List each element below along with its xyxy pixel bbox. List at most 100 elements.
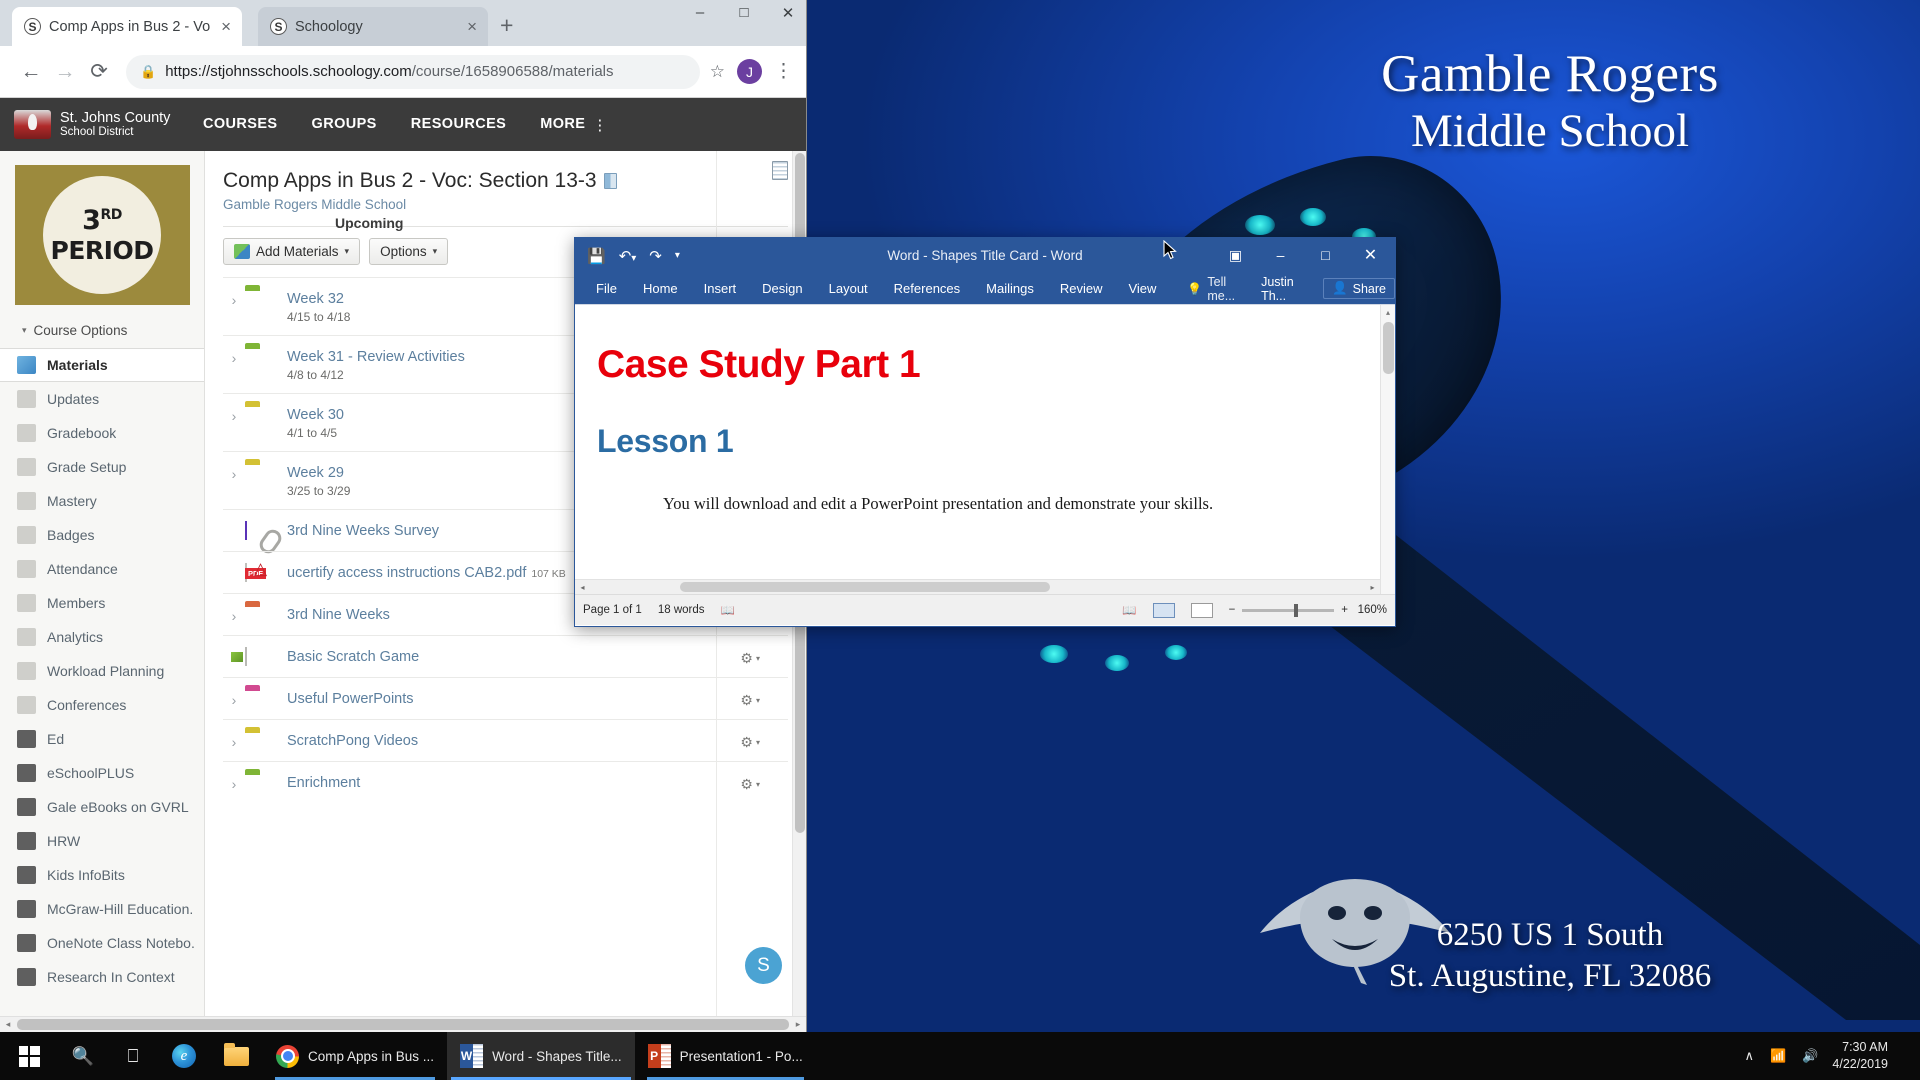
url-input[interactable]: 🔒 https://stjohnsschools.schoology.com/c…: [126, 54, 700, 89]
browser-tab-2[interactable]: S Schoology ×: [258, 7, 488, 46]
sidebar-item-badges[interactable]: Badges: [0, 518, 204, 552]
sidebar-item-materials[interactable]: Materials: [0, 348, 204, 382]
expand-chevron-icon[interactable]: ›: [223, 731, 245, 750]
tab-insert[interactable]: Insert: [691, 273, 750, 304]
show-hidden-icons-icon[interactable]: ∧: [1737, 1048, 1763, 1064]
sidebar-item-mcgraw-hill-education[interactable]: McGraw-Hill Education...: [0, 892, 204, 926]
document-horizontal-scrollbar[interactable]: ◂ ▸: [575, 579, 1380, 594]
network-icon[interactable]: 📶: [1762, 1048, 1794, 1064]
material-link[interactable]: Useful PowerPoints: [287, 691, 788, 707]
sidebar-item-conferences[interactable]: Conferences: [0, 688, 204, 722]
undo-icon[interactable]: ↶▾: [619, 247, 637, 265]
save-icon[interactable]: 💾: [587, 247, 606, 265]
material-link[interactable]: ScratchPong Videos: [287, 733, 788, 749]
close-icon[interactable]: ×: [218, 17, 234, 37]
word-document-canvas[interactable]: Case Study Part 1 Lesson 1 You will down…: [575, 304, 1395, 594]
scroll-up-icon[interactable]: ▴: [1381, 305, 1395, 320]
nav-groups[interactable]: GROUPS: [295, 98, 394, 151]
material-link[interactable]: Enrichment: [287, 775, 788, 791]
zoom-out-button[interactable]: −: [1229, 604, 1236, 616]
sidebar-item-members[interactable]: Members: [0, 586, 204, 620]
new-tab-button[interactable]: +: [500, 14, 513, 37]
sidebar-item-eschoolplus[interactable]: eSchoolPLUS: [0, 756, 204, 790]
zoom-slider[interactable]: [1242, 603, 1335, 617]
print-layout-icon[interactable]: [1152, 602, 1175, 618]
search-button[interactable]: 🔍: [58, 1046, 108, 1067]
chrome-menu-icon[interactable]: ⋮: [774, 60, 793, 83]
expand-chevron-icon[interactable]: ›: [223, 689, 245, 708]
expand-chevron-icon[interactable]: ›: [223, 463, 245, 482]
profile-avatar[interactable]: J: [737, 59, 762, 84]
options-button[interactable]: Options ▾: [369, 238, 449, 265]
clock[interactable]: 7:30 AM 4/22/2019: [1826, 1039, 1900, 1073]
material-row[interactable]: › ScratchPong Videos ⚙ ▾: [223, 719, 788, 761]
district-logo[interactable]: St. Johns County School District: [14, 110, 174, 140]
expand-chevron-icon[interactable]: ›: [223, 289, 245, 308]
word-count[interactable]: 18 words: [658, 604, 705, 616]
web-layout-icon[interactable]: [1190, 602, 1213, 618]
nav-courses[interactable]: COURSES: [186, 98, 295, 151]
expand-chevron-icon[interactable]: ›: [223, 605, 245, 624]
tab-review[interactable]: Review: [1047, 273, 1116, 304]
minimize-button[interactable]: –: [690, 4, 710, 22]
nav-resources[interactable]: RESOURCES: [394, 98, 523, 151]
scroll-left-icon[interactable]: ◂: [575, 583, 590, 592]
sidebar-item-kids-infobits[interactable]: Kids InfoBits: [0, 858, 204, 892]
page-horizontal-scrollbar[interactable]: ◂ ▸: [0, 1016, 806, 1032]
material-row[interactable]: › Useful PowerPoints ⚙ ▾: [223, 677, 788, 719]
sidebar-item-gale-ebooks-on-gvrl[interactable]: Gale eBooks on GVRL: [0, 790, 204, 824]
share-button[interactable]: 👤 Share: [1323, 278, 1395, 299]
tab-file[interactable]: File: [583, 273, 630, 304]
redo-icon[interactable]: ↷: [649, 247, 662, 265]
page-indicator[interactable]: Page 1 of 1: [583, 604, 642, 616]
close-button[interactable]: ✕: [1348, 238, 1393, 273]
zoom-slider-knob[interactable]: [1294, 603, 1299, 617]
taskbar-file-explorer[interactable]: [210, 1032, 263, 1080]
tab-view[interactable]: View: [1115, 273, 1169, 304]
customize-qat-icon[interactable]: ▾: [675, 250, 680, 261]
expand-chevron-icon[interactable]: ›: [223, 347, 245, 366]
tab-design[interactable]: Design: [749, 273, 815, 304]
sidebar-item-updates[interactable]: Updates: [0, 382, 204, 416]
calendar-icon[interactable]: [772, 161, 788, 180]
expand-chevron-icon[interactable]: ›: [223, 773, 245, 792]
task-view-button[interactable]: ⎕: [108, 1046, 158, 1067]
user-account-label[interactable]: Justin Th...: [1261, 275, 1313, 303]
zoom-control[interactable]: − + 160%: [1229, 603, 1387, 617]
back-icon[interactable]: ←: [14, 60, 48, 84]
zoom-in-button[interactable]: +: [1341, 604, 1348, 616]
scrollbar-thumb[interactable]: [680, 582, 1050, 592]
sidebar-item-grade-setup[interactable]: Grade Setup: [0, 450, 204, 484]
tab-references[interactable]: References: [881, 273, 973, 304]
scroll-right-icon[interactable]: ▸: [790, 1019, 806, 1030]
taskbar-word[interactable]: W Word - Shapes Title...: [447, 1032, 635, 1080]
close-button[interactable]: ✕: [778, 4, 798, 22]
sidebar-item-analytics[interactable]: Analytics: [0, 620, 204, 654]
course-options-toggle[interactable]: ▾ Course Options: [0, 313, 204, 348]
minimize-button[interactable]: –: [1258, 238, 1303, 273]
taskbar-edge[interactable]: e: [158, 1032, 210, 1080]
sidebar-item-attendance[interactable]: Attendance: [0, 552, 204, 586]
bookmark-star-icon[interactable]: ☆: [710, 62, 725, 82]
ribbon-display-options-icon[interactable]: ▣: [1213, 238, 1258, 273]
tab-mailings[interactable]: Mailings: [973, 273, 1047, 304]
proofing-icon[interactable]: 📖: [721, 603, 735, 617]
scroll-left-icon[interactable]: ◂: [0, 1019, 16, 1030]
sidebar-item-onenote-class-notebo[interactable]: OneNote Class Notebo...: [0, 926, 204, 960]
add-materials-button[interactable]: Add Materials ▾: [223, 238, 361, 265]
sidebar-item-research-in-context[interactable]: Research In Context: [0, 960, 204, 994]
notifications-button[interactable]: [1900, 1032, 1914, 1080]
sidebar-item-hrw[interactable]: HRW: [0, 824, 204, 858]
reload-icon[interactable]: ⟳: [82, 59, 116, 84]
close-icon[interactable]: ×: [464, 17, 480, 37]
nav-more[interactable]: MORE: [523, 98, 602, 151]
zoom-level[interactable]: 160%: [1355, 604, 1387, 616]
tab-layout[interactable]: Layout: [816, 273, 881, 304]
read-mode-icon[interactable]: 📖: [1122, 603, 1136, 617]
material-row[interactable]: › Enrichment ⚙ ▾: [223, 761, 788, 803]
material-link[interactable]: Basic Scratch Game: [287, 649, 788, 665]
sidebar-item-ed[interactable]: Ed: [0, 722, 204, 756]
document-vertical-scrollbar[interactable]: ▴: [1380, 305, 1395, 594]
material-row[interactable]: Basic Scratch Game ⚙ ▾: [223, 635, 788, 677]
volume-icon[interactable]: 🔊: [1794, 1048, 1826, 1064]
